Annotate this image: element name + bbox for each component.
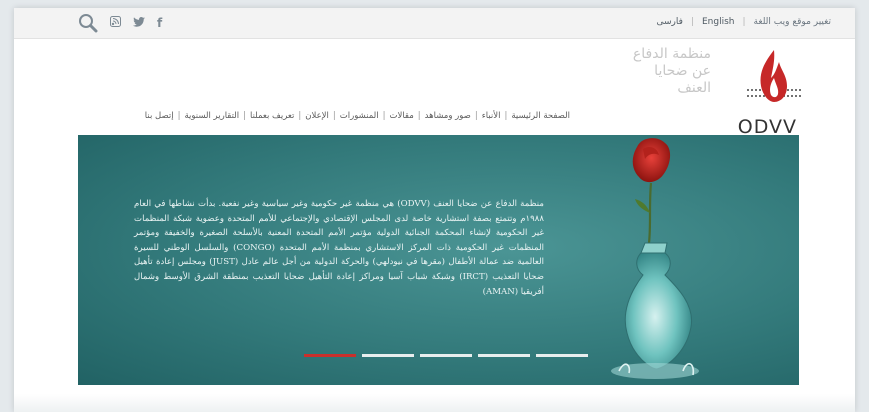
nav-separator: | xyxy=(474,111,478,121)
nav-item-publications[interactable]: المنشورات xyxy=(340,111,379,121)
nav-item-gallery[interactable]: صور ومشاهد xyxy=(425,111,471,121)
logo-tagline: منظمة الدفاع عن ضحايا العنف xyxy=(632,46,711,96)
search-icon[interactable] xyxy=(78,13,98,33)
slider-pagination xyxy=(304,354,588,357)
nav-separator: | xyxy=(417,111,421,121)
nav-item-annual-reports[interactable]: التقارير السنوية xyxy=(184,111,239,121)
slide-dot-2[interactable] xyxy=(362,354,414,357)
slide-text: منظمة الدفاع عن ضحايا العنف (ODVV) هي من… xyxy=(134,199,544,297)
lang-english-link[interactable]: English xyxy=(702,17,735,27)
language-switcher: فارسی | English | تغيير موقع ويب اللغة xyxy=(657,17,832,27)
nav-item-about[interactable]: تعريف بعملنا xyxy=(250,111,294,121)
lang-change-label: تغيير موقع ويب اللغة xyxy=(753,17,831,27)
facebook-icon[interactable]: f xyxy=(157,16,162,30)
nav-separator: | xyxy=(504,111,508,121)
flame-icon xyxy=(747,50,801,102)
slide-dot-4[interactable] xyxy=(478,354,530,357)
twitter-icon[interactable] xyxy=(133,16,145,30)
rose-vase-image xyxy=(611,138,699,379)
slide-dot-1[interactable] xyxy=(304,354,356,357)
nav-separator: | xyxy=(298,111,302,121)
slide-dot-5[interactable] xyxy=(536,354,588,357)
social-links: f xyxy=(78,13,162,33)
nav-item-contact[interactable]: إتصل بنا xyxy=(145,111,174,121)
rss-icon[interactable] xyxy=(110,16,121,30)
nav-item-news[interactable]: الأنباء xyxy=(482,111,501,121)
main-nav: الصفحة الرئيسية | الأنباء | صور ومشاهد | مق… xyxy=(145,111,570,121)
nav-item-home[interactable]: الصفحة الرئيسية xyxy=(511,111,570,121)
page-container: f فارسی | English | تغيير موقع ويب اللغة… xyxy=(14,8,855,412)
lang-separator: | xyxy=(742,17,746,27)
top-bar: f فارسی | English | تغيير موقع ويب اللغة xyxy=(14,8,855,39)
nav-separator: | xyxy=(332,111,336,121)
nav-separator: | xyxy=(382,111,386,121)
page-bottom-fade xyxy=(14,394,855,412)
hero-slider[interactable]: منظمة الدفاع عن ضحايا العنف (ODVV) هي من… xyxy=(78,135,799,385)
site-logo[interactable]: منظمة الدفاع عن ضحايا العنف ODVV xyxy=(603,46,803,138)
lang-persian-link[interactable]: فارسی xyxy=(657,17,683,27)
nav-separator: | xyxy=(243,111,246,121)
slide-dot-3[interactable] xyxy=(420,354,472,357)
nav-item-announcements[interactable]: الإعلان xyxy=(305,111,329,121)
lang-separator: | xyxy=(690,17,694,27)
nav-item-articles[interactable]: مقالات xyxy=(389,111,413,121)
nav-separator: | xyxy=(177,111,181,121)
